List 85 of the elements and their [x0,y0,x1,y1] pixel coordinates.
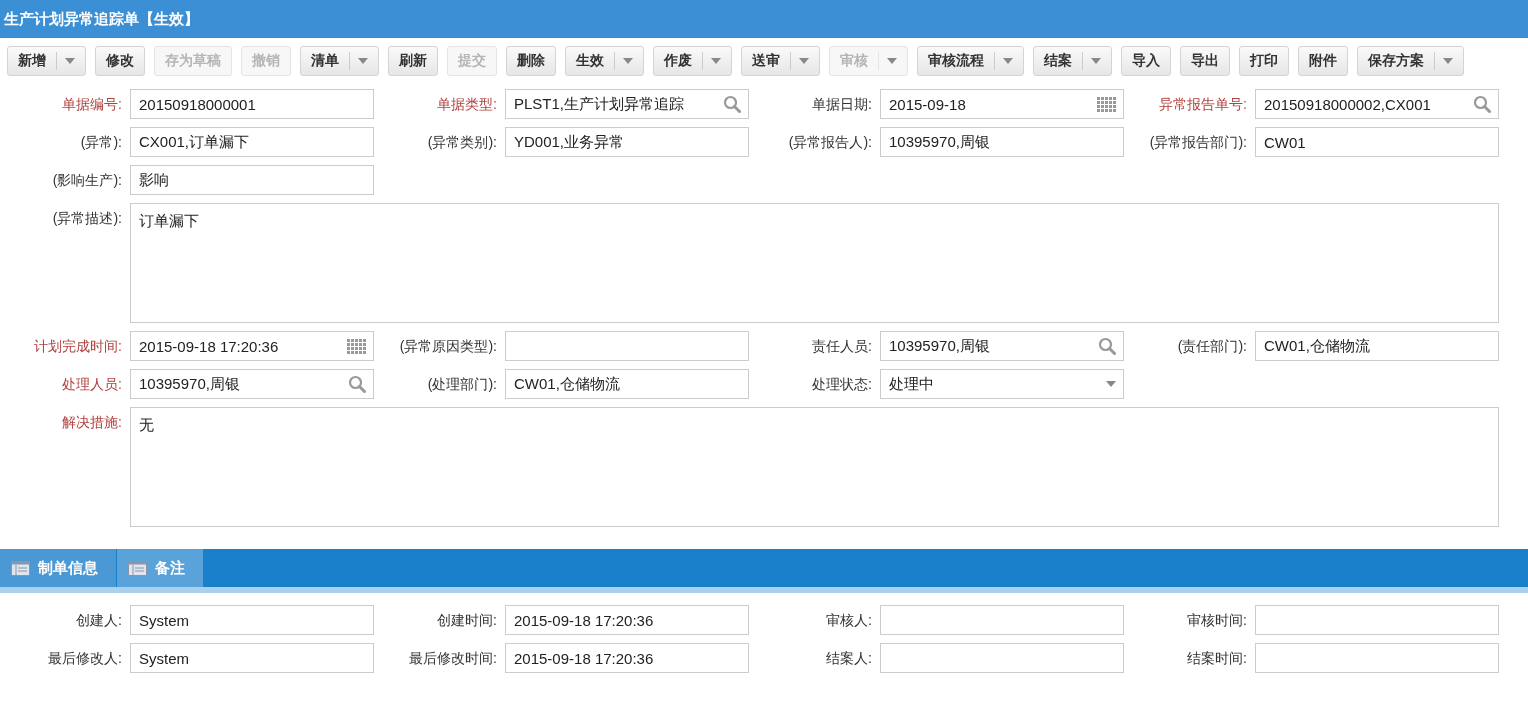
field-label: 单据日期: [811,95,872,114]
window-title: 生产计划异常追踪单【生效】 [2,9,199,29]
toolbar-button[interactable]: 新增 [7,46,86,76]
field-label: (异常原因类型): [398,337,497,356]
field-label: 异常报告单号: [1158,95,1247,114]
toolbar-button[interactable]: 导入 [1121,46,1171,76]
search-icon[interactable] [1098,337,1116,355]
input-field[interactable] [1255,605,1499,635]
dropdown-field[interactable]: 处理中 [880,369,1124,399]
input-field[interactable]: CW01,仓储物流 [505,369,749,399]
input-field[interactable]: System [130,605,374,635]
search-icon[interactable] [723,95,741,113]
toolbar-button[interactable]: 结案 [1033,46,1112,76]
caret-icon[interactable] [1003,58,1013,64]
toolbar-button[interactable]: 生效 [565,46,644,76]
field-label: 单据编号: [61,95,122,114]
caret-icon[interactable] [799,58,809,64]
caret-icon[interactable] [711,58,721,64]
calendar-icon[interactable] [1097,95,1116,113]
lookup-field[interactable]: 10395970,周银 [880,331,1124,361]
field-label: 创建时间: [436,611,497,630]
text-area[interactable]: 无 [130,407,1499,527]
field-label: 审核时间: [1186,611,1247,630]
field-label: 计划完成时间: [33,337,122,356]
toolbar-button[interactable]: 清单 [300,46,379,76]
list-icon [11,560,30,576]
input-field[interactable]: YD001,业务异常 [505,127,749,157]
field-label: 处理人员: [61,375,122,394]
field-label: (异常类别): [426,133,497,152]
input-field[interactable] [880,643,1124,673]
lookup-field[interactable]: 10395970,周银 [130,369,374,399]
lookup-field[interactable]: PLST1,生产计划异常追踪 [505,89,749,119]
input-field[interactable]: CW01,仓储物流 [1255,331,1499,361]
field-label: 责任人员: [811,337,872,356]
field-label: (异常): [79,133,122,152]
toolbar-button[interactable]: 修改 [95,46,145,76]
input-field[interactable]: 20150918000001 [130,89,374,119]
date-field[interactable]: 2015-09-18 [880,89,1124,119]
field-label: 处理状态: [811,375,872,394]
input-field[interactable]: 2015-09-18 17:20:36 [505,643,749,673]
field-label: 结案时间: [1186,649,1247,668]
toolbar-button[interactable]: 送审 [741,46,820,76]
toolbar-button[interactable]: 审核流程 [917,46,1024,76]
caret-icon[interactable] [358,58,368,64]
toolbar-button[interactable]: 导出 [1180,46,1230,76]
caret-icon[interactable] [1091,58,1101,64]
toolbar-button[interactable]: 刷新 [388,46,438,76]
field-label: 结案人: [825,649,872,668]
text-area[interactable]: 订单漏下 [130,203,1499,323]
caret-icon[interactable] [65,58,75,64]
field-label: (异常报告人): [787,133,872,152]
field-label: 审核人: [825,611,872,630]
field-label: (处理部门): [426,375,497,394]
caret-icon[interactable] [1443,58,1453,64]
date-field[interactable]: 2015-09-18 17:20:36 [130,331,374,361]
field-label: 最后修改时间: [408,649,497,668]
field-label: 单据类型: [436,95,497,114]
input-field[interactable]: System [130,643,374,673]
field-label: (责任部门): [1176,337,1247,356]
toolbar-button[interactable]: 保存方案 [1357,46,1464,76]
field-label: 解决措施: [61,413,122,432]
field-label: 最后修改人: [47,649,122,668]
calendar-icon[interactable] [347,337,366,355]
field-label: (影响生产): [51,171,122,190]
search-icon[interactable] [1473,95,1491,113]
toolbar-button[interactable]: 作废 [653,46,732,76]
input-field[interactable] [1255,643,1499,673]
lookup-field[interactable]: 20150918000002,CX001 [1255,89,1499,119]
input-field[interactable]: 10395970,周银 [880,127,1124,157]
toolbar-button[interactable]: 删除 [506,46,556,76]
toolbar-button[interactable]: 打印 [1239,46,1289,76]
input-field[interactable]: CW01 [1255,127,1499,157]
caret-icon[interactable] [1106,381,1116,387]
input-field[interactable]: 2015-09-18 17:20:36 [505,605,749,635]
list-icon [128,560,147,576]
toolbar-button[interactable]: 附件 [1298,46,1348,76]
field-label: (异常报告部门): [1148,133,1247,152]
input-field[interactable]: 影响 [130,165,374,195]
caret-icon[interactable] [623,58,633,64]
input-field[interactable] [505,331,749,361]
input-field[interactable] [880,605,1124,635]
search-icon[interactable] [348,375,366,393]
field-label: (异常描述): [51,209,122,228]
input-field[interactable]: CX001,订单漏下 [130,127,374,157]
field-label: 创建人: [75,611,122,630]
